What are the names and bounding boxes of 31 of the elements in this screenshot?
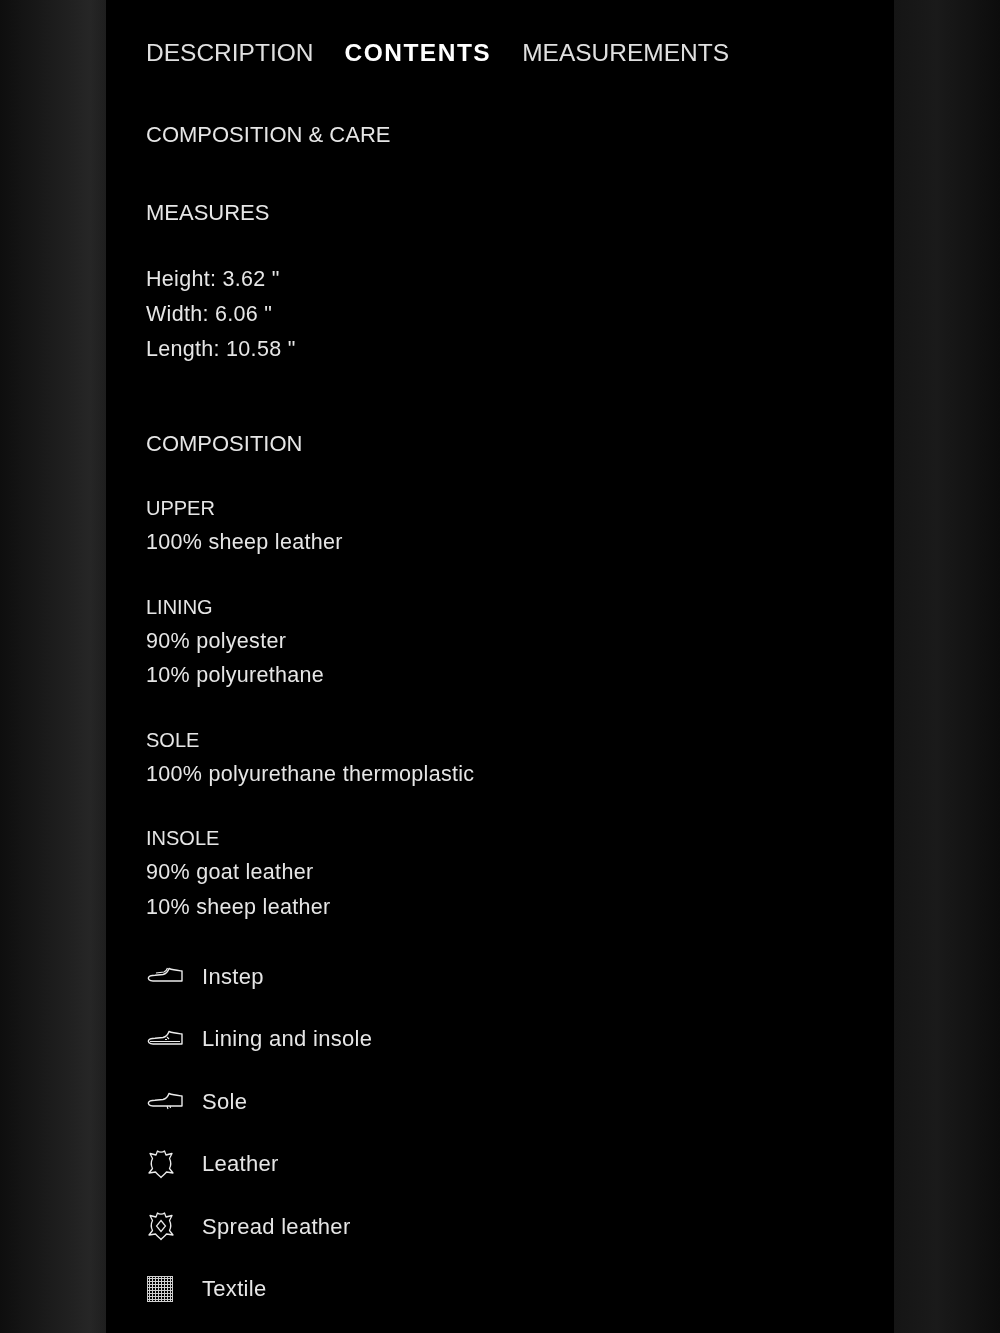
- legend-label: Sole: [202, 1087, 248, 1116]
- legend-label: Leather: [202, 1150, 279, 1179]
- hide-icon: [147, 1148, 175, 1179]
- section-heading: COMPOSITION: [146, 430, 304, 458]
- shoe-icon: [147, 1092, 183, 1111]
- measure-text: Width: 6.06 ": [146, 301, 274, 328]
- tab[interactable]: CONTENTS: [344, 36, 492, 70]
- material-text: 100% polyurethane thermoplastic: [146, 760, 476, 788]
- part-label: LINING: [146, 594, 214, 620]
- tab[interactable]: DESCRIPTION: [146, 36, 314, 70]
- hide-diamond-icon: [147, 1211, 175, 1242]
- legend-label: Lining and insole: [202, 1025, 373, 1054]
- shoe-icon: [147, 1029, 183, 1048]
- legend-label: Spread leather: [202, 1212, 351, 1241]
- tab[interactable]: MEASUREMENTS: [522, 36, 730, 70]
- part-label: SOLE: [146, 727, 201, 753]
- section-heading: MEASURES: [146, 199, 271, 227]
- woven-grid-icon: [147, 1275, 173, 1302]
- material-text: 10% sheep leather: [146, 893, 332, 921]
- part-label: INSOLE: [146, 826, 221, 851]
- material-text: 90% polyester: [146, 627, 288, 655]
- measure-text: Height: 3.62 ": [146, 266, 281, 293]
- legend-label: Instep: [202, 962, 264, 991]
- material-text: 100% sheep leather: [146, 529, 344, 556]
- part-label: UPPER: [146, 496, 216, 521]
- legend-label: Textile: [202, 1275, 267, 1304]
- section-title: COMPOSITION & CARE: [146, 121, 392, 149]
- measure-text: Length: 10.58 ": [146, 336, 297, 363]
- shoe-icon: [147, 967, 183, 985]
- material-text: 90% goat leather: [146, 859, 315, 886]
- material-text: 10% polyurethane: [146, 662, 326, 689]
